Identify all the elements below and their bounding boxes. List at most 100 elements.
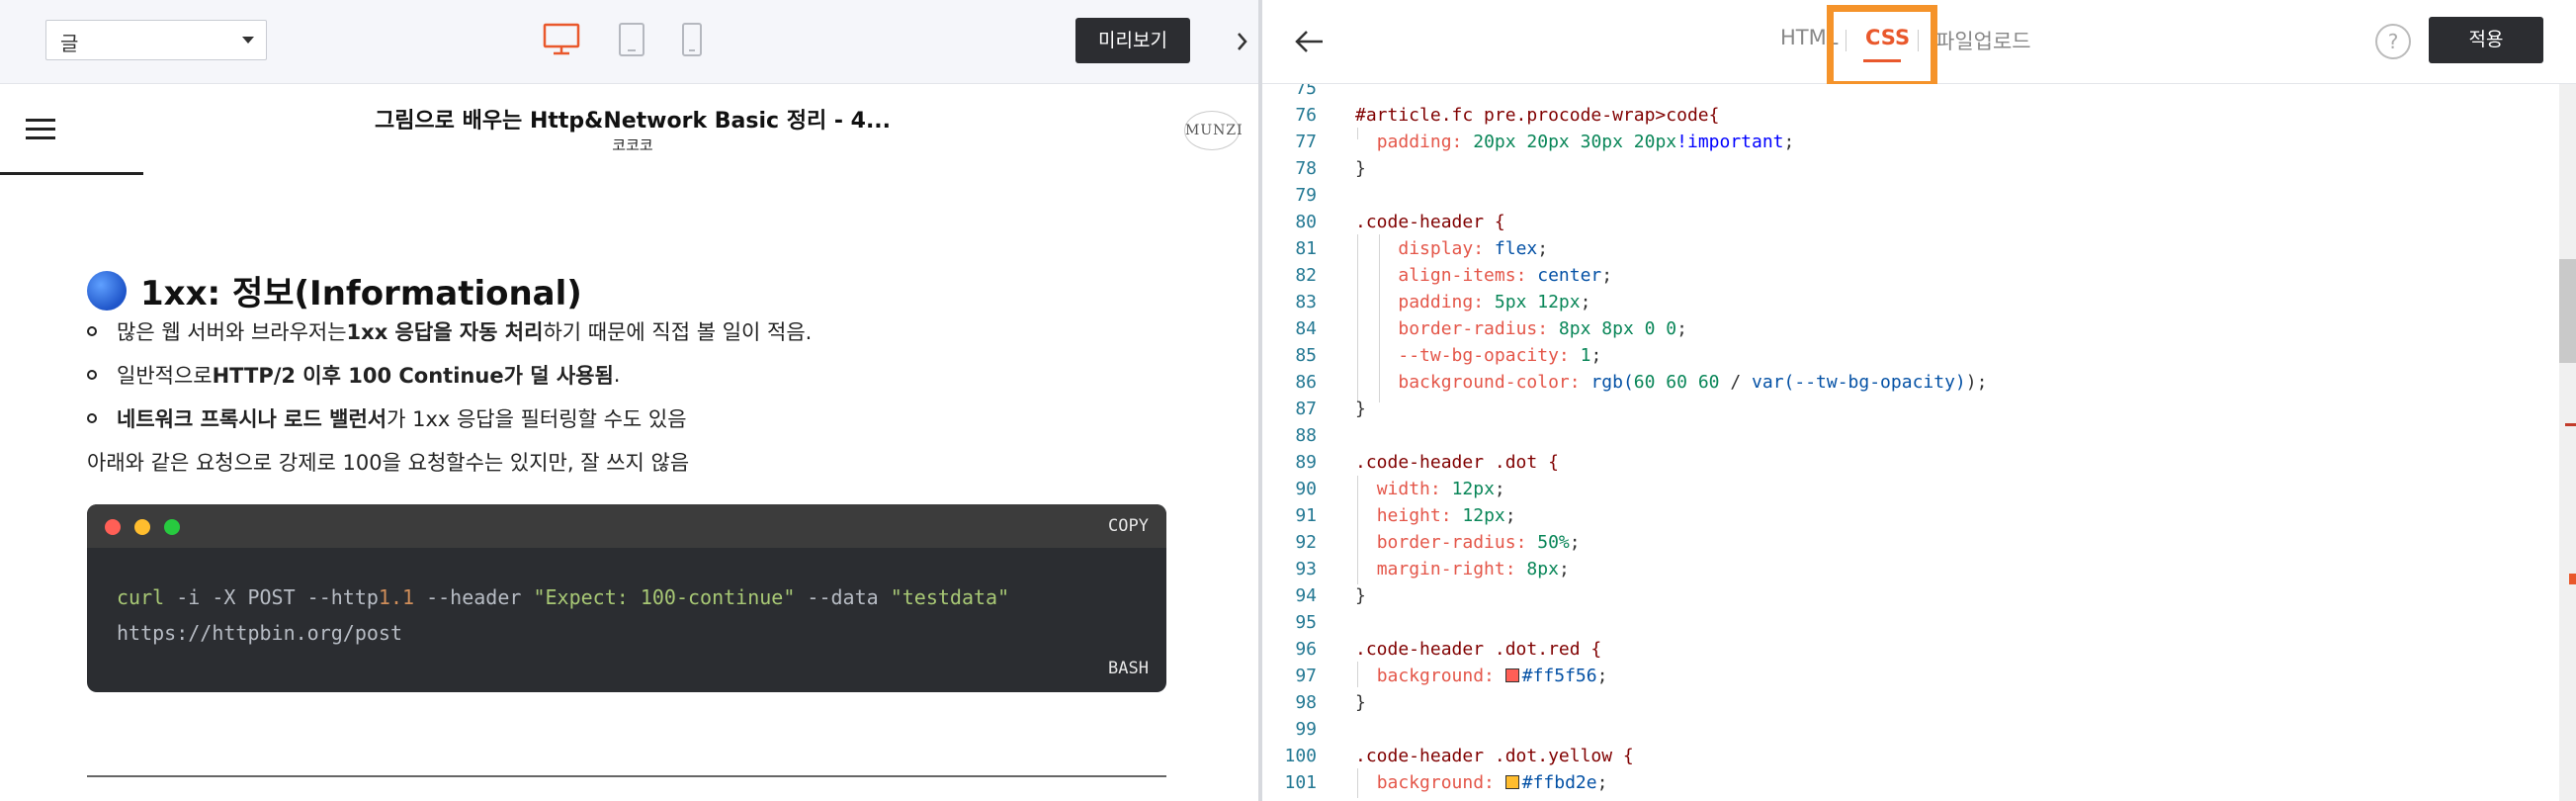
line-number: 83 xyxy=(1295,292,1317,312)
code-token: -i -X POST --http xyxy=(164,585,379,609)
code-line-text: padding: 5px 12px; xyxy=(1398,292,1591,312)
code-line-text: --tw-bg-opacity: 1; xyxy=(1398,345,1602,366)
line-number: 78 xyxy=(1295,158,1317,179)
list-item-text: 일반적으로 xyxy=(117,364,213,388)
color-swatch-icon[interactable] xyxy=(1504,775,1519,789)
hamburger-menu-icon[interactable] xyxy=(26,119,55,142)
scrollbar-marker xyxy=(2569,574,2576,584)
code-line-text: #article.fc pre.procode-wrap>code{ xyxy=(1355,105,1720,126)
line-number: 96 xyxy=(1295,639,1317,660)
code-line-text: display: flex; xyxy=(1398,238,1549,259)
line-number: 95 xyxy=(1295,612,1317,633)
font-select[interactable]: 글 xyxy=(45,20,267,60)
css-code-editor[interactable]: 75 76 #article.fc pre.procode-wrap>code{ … xyxy=(1262,84,2576,801)
code-line-text: .code-header .dot.red { xyxy=(1355,639,1602,660)
line-number: 98 xyxy=(1295,692,1317,713)
line-number: 75 xyxy=(1295,84,1317,99)
line-number: 91 xyxy=(1295,505,1317,526)
color-swatch-icon[interactable] xyxy=(1504,668,1519,682)
line-number: 97 xyxy=(1295,666,1317,686)
desktop-view-icon[interactable] xyxy=(543,22,580,57)
list-item: 일반적으로 HTTP/2 이후 100 Continue가 덜 사용됨. xyxy=(87,360,620,390)
list-item-bold: HTTP/2 이후 100 Continue가 덜 사용됨 xyxy=(212,364,614,388)
list-item-bold: 1xx 응답을 자동 처리 xyxy=(346,320,544,344)
code-line-text: } xyxy=(1355,399,1366,419)
copy-button[interactable]: COPY xyxy=(1108,516,1149,536)
blog-header: 그림으로 배우는 Http&Network Basic 정리 - 4... 코코… xyxy=(0,85,1258,176)
code-text: curl -i -X POST --http1.1 --header "Expe… xyxy=(117,579,1009,651)
code-token: --header xyxy=(414,585,534,609)
code-header: COPY xyxy=(87,504,1166,548)
mobile-view-icon[interactable] xyxy=(681,22,703,57)
tab-file-upload[interactable]: 파일업로드 xyxy=(1935,26,2031,55)
line-number: 101 xyxy=(1284,772,1317,793)
header-underline xyxy=(0,172,143,175)
line-number: 88 xyxy=(1295,425,1317,446)
line-number: 93 xyxy=(1295,559,1317,579)
line-number: 94 xyxy=(1295,585,1317,606)
code-line: 99 xyxy=(1262,716,2547,743)
scrollbar-thumb[interactable] xyxy=(2559,259,2576,363)
code-line: 101 background: #ffbd2e; xyxy=(1262,769,2547,796)
line-number: 100 xyxy=(1284,746,1317,766)
chevron-right-icon[interactable] xyxy=(1222,24,1258,59)
list-item: 많은 웹 서버와 브라우저는 1xx 응답을 자동 처리 하기 때문에 직접 볼 … xyxy=(87,316,812,346)
code-line: 96 .code-header .dot.red { xyxy=(1262,636,2547,663)
code-line-text: width: 12px; xyxy=(1376,479,1505,499)
blue-circle-icon xyxy=(87,270,127,311)
line-number: 77 xyxy=(1295,132,1317,152)
editor-pane: HTML CSS 파일업로드 ? 적용 75 76 #article.fc pre… xyxy=(1262,0,2576,801)
line-number: 76 xyxy=(1295,105,1317,126)
code-token: curl xyxy=(117,585,165,609)
code-token: "testdata" xyxy=(890,585,1010,609)
tablet-view-icon[interactable] xyxy=(618,22,645,57)
code-line: 82 align-items: center; xyxy=(1262,262,2547,289)
divider xyxy=(87,775,1166,777)
code-line-text: } xyxy=(1355,585,1366,606)
code-line: 95 xyxy=(1262,609,2547,636)
code-token: 1.1 xyxy=(378,585,415,609)
list-item-text: 하기 때문에 직접 볼 일이 적음. xyxy=(543,320,813,344)
code-line: 76 #article.fc pre.procode-wrap>code{ xyxy=(1262,102,2547,129)
code-token: https://httpbin.org/post xyxy=(117,621,402,645)
back-arrow-icon[interactable] xyxy=(1292,24,1328,59)
code-line-text: padding: 20px 20px 30px 20px!important; xyxy=(1376,132,1795,152)
code-line-text: align-items: center; xyxy=(1398,265,1613,286)
preview-pane: 글 미리보기 그림으로 배우는 Http&Network Basic 정리 - … xyxy=(0,0,1258,801)
code-line-text: background: #ff5f56; xyxy=(1376,666,1608,686)
article-paragraph: 아래와 같은 요청으로 강제로 100을 요청할수는 있지만, 잘 쓰지 않음 xyxy=(87,451,690,475)
bullet-icon xyxy=(87,326,97,336)
code-line: 81 display: flex; xyxy=(1262,235,2547,262)
app-window: 글 미리보기 그림으로 배우는 Http&Network Basic 정리 - … xyxy=(0,0,2576,801)
scrollbar-marker xyxy=(2565,423,2576,426)
code-line: 97 background: #ff5f56; xyxy=(1262,663,2547,689)
code-line: 84 border-radius: 8px 8px 0 0; xyxy=(1262,315,2547,342)
code-line: 79 xyxy=(1262,182,2547,209)
font-select-value: 글 xyxy=(60,32,79,55)
code-line: 85 --tw-bg-opacity: 1; xyxy=(1262,342,2547,369)
annotation-highlight-box xyxy=(1827,5,1937,88)
code-line: 83 padding: 5px 12px; xyxy=(1262,289,2547,315)
blog-post-title: 그림으로 배우는 Http&Network Basic 정리 - 4... xyxy=(374,109,892,134)
line-number: 87 xyxy=(1295,399,1317,419)
blog-logo[interactable]: MUNZI xyxy=(1184,111,1243,150)
code-line: 92 border-radius: 50%; xyxy=(1262,529,2547,556)
line-number: 99 xyxy=(1295,719,1317,740)
line-number: 82 xyxy=(1295,265,1317,286)
code-line-text: .code-header { xyxy=(1355,212,1505,232)
help-icon[interactable]: ? xyxy=(2375,24,2411,59)
bullet-icon xyxy=(87,413,97,423)
preview-button[interactable]: 미리보기 xyxy=(1075,18,1190,63)
editor-toolbar: HTML CSS 파일업로드 ? 적용 xyxy=(1262,0,2576,88)
code-token: --data xyxy=(795,585,891,609)
line-number: 86 xyxy=(1295,372,1317,393)
apply-button[interactable]: 적용 xyxy=(2429,17,2543,63)
blog-name: 코코코 xyxy=(612,136,653,154)
code-line-text: border-radius: 8px 8px 0 0; xyxy=(1398,318,1687,339)
editor-scrollbar[interactable] xyxy=(2559,84,2576,801)
code-language-label: BASH xyxy=(1108,659,1149,678)
code-line-text: .code-header .dot.yellow { xyxy=(1355,746,1634,766)
code-line-text: } xyxy=(1355,158,1366,179)
code-line-text: height: 12px; xyxy=(1376,505,1516,526)
code-line-text: margin-right: 8px; xyxy=(1376,559,1570,579)
